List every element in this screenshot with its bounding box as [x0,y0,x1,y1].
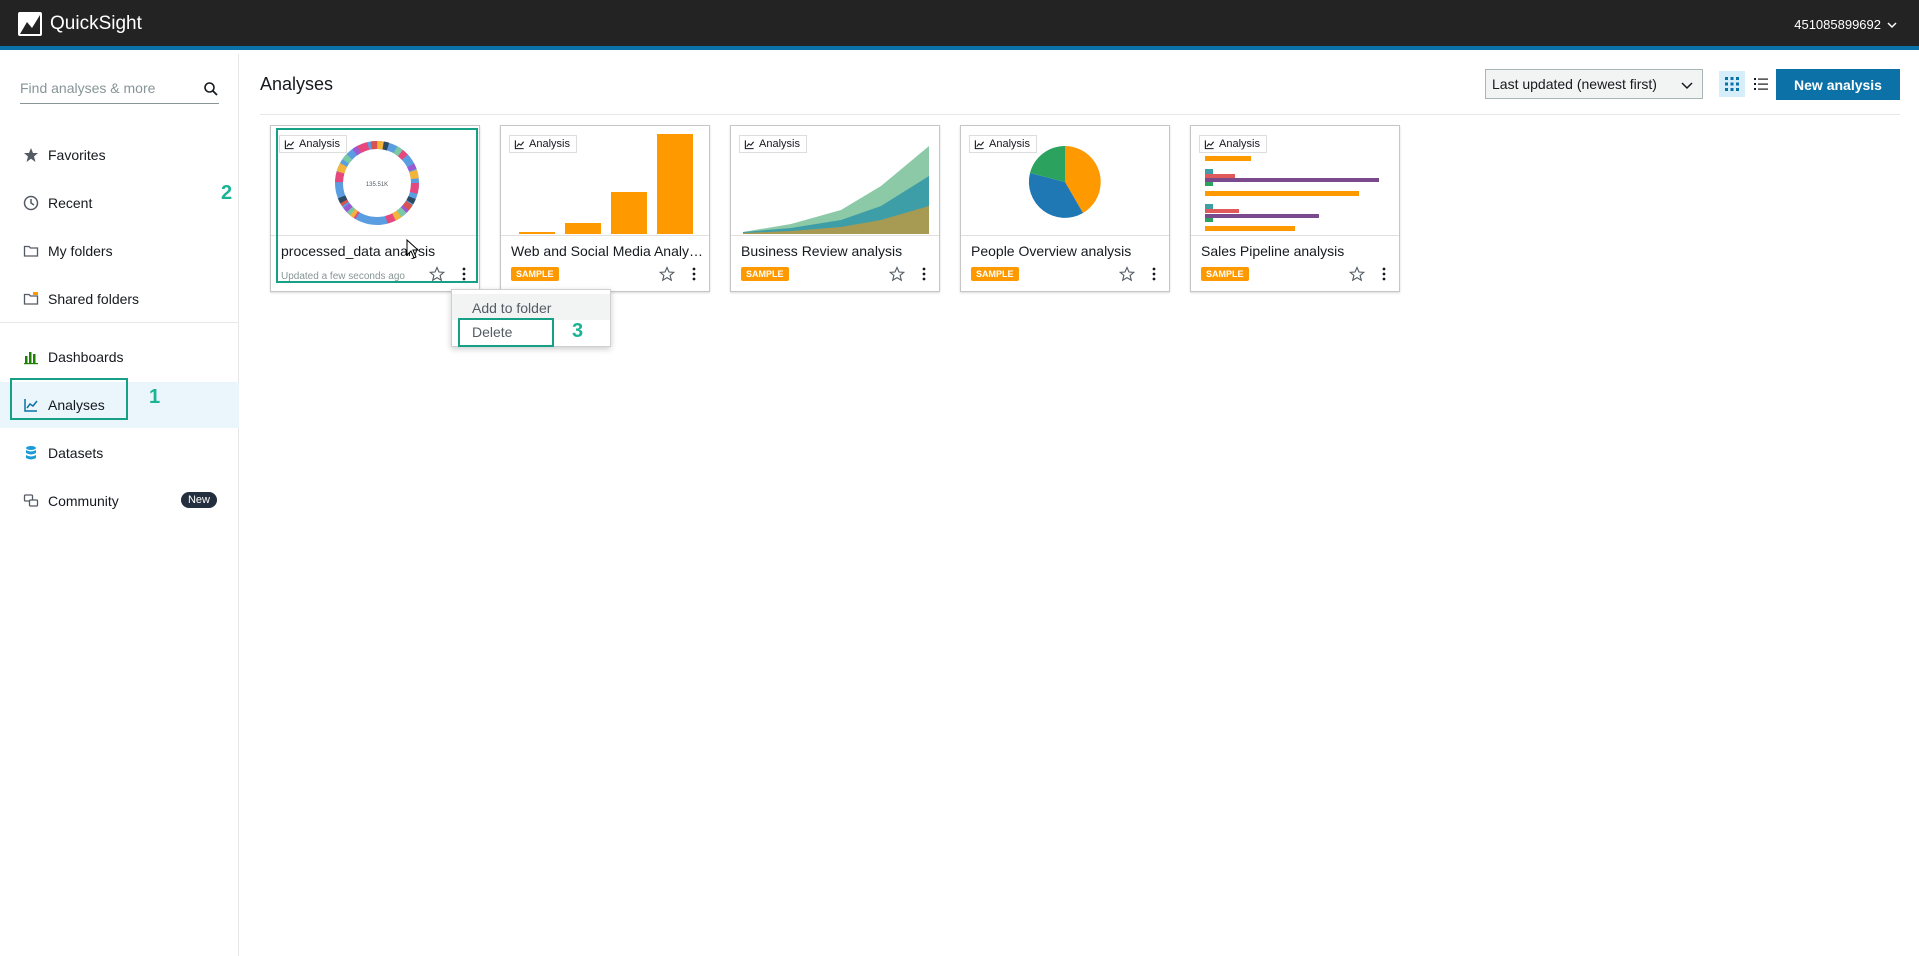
more-options-icon[interactable] [1381,266,1387,282]
list-view-button[interactable] [1748,71,1774,97]
card-type-tag: Analysis [509,135,577,153]
analysis-card-web-social[interactable]: Analysis Web and Social Media Analytic s … [500,125,710,292]
more-options-icon[interactable] [691,266,697,282]
clock-icon [22,194,40,212]
analysis-icon [974,139,985,149]
mouse-cursor-icon [406,239,420,259]
sort-select[interactable]: Last updated (newest first) [1485,69,1703,99]
analysis-card-people-overview[interactable]: Analysis People Overview analysis SAMPLE [960,125,1170,292]
more-options-icon[interactable] [1151,266,1157,282]
sidebar-item-label: Recent [48,195,93,211]
search-icon[interactable] [203,81,219,97]
annotation-number-2: 2 [221,182,233,204]
card-type-tag: Analysis [739,135,807,153]
sidebar-item-community[interactable]: Community New [0,478,239,524]
community-icon [22,492,40,510]
card-type-tag: Analysis [1199,135,1267,153]
page-title: Analyses [260,74,334,94]
search-box [20,74,219,104]
new-badge: New [180,492,217,508]
annotation-box-3 [458,318,554,347]
favorite-star-icon[interactable] [1349,266,1365,282]
sidebar-item-datasets[interactable]: Datasets [0,430,239,476]
annotation-number-3: 3 [572,320,584,342]
sidebar-divider [0,322,239,323]
sidebar-item-dashboards[interactable]: Dashboards [0,334,239,380]
sidebar-item-label: Shared folders [48,291,140,307]
sidebar-item-my-folders[interactable]: My folders [0,228,239,274]
sidebar-item-label: Community [48,493,119,509]
card-title[interactable]: Business Review analysis [741,243,933,259]
dataset-icon [22,444,40,462]
account-menu[interactable]: 451085899692 [1794,17,1897,32]
card-type-label: Analysis [529,138,570,150]
favorite-star-icon[interactable] [889,266,905,282]
chevron-down-icon [1681,82,1693,90]
chevron-down-icon [1887,21,1897,28]
sidebar-item-favorites[interactable]: Favorites [0,132,239,178]
sample-badge: SAMPLE [511,267,559,281]
sidebar: Favorites Recent My folders Shared folde… [0,54,239,956]
sample-badge: SAMPLE [1201,267,1249,281]
star-icon [22,146,40,164]
menu-item-add-to-folder[interactable]: Add to folder [452,294,610,320]
annotation-number-1: 1 [149,386,161,408]
analysis-card-business-review[interactable]: Analysis Business Review analysis SAMPLE [730,125,940,292]
header-divider [260,114,1900,115]
card-title[interactable]: Web and Social Media Analytics analysis [511,243,703,259]
card-title[interactable]: Sales Pipeline analysis [1201,243,1393,259]
dashboard-icon [22,348,40,366]
new-analysis-button[interactable]: New analysis [1776,69,1900,100]
annotation-box-1 [10,378,128,420]
card-type-tag: Analysis [969,135,1037,153]
annotation-box-2 [276,128,478,283]
sidebar-item-recent[interactable]: Recent [0,180,239,226]
sort-select-value: Last updated (newest first) [1492,76,1657,92]
analysis-card-sales-pipeline[interactable]: Analysis Sales Pipeline analysis SAMPLE [1190,125,1400,292]
card-title[interactable]: People Overview analysis [971,243,1163,259]
analysis-icon [514,139,525,149]
favorite-star-icon[interactable] [1119,266,1135,282]
sample-badge: SAMPLE [741,267,789,281]
top-bar: QuickSight 451085899692 [0,0,1919,50]
card-type-label: Analysis [1219,138,1260,150]
sidebar-item-label: Favorites [48,147,106,163]
sidebar-item-label: My folders [48,243,113,259]
sidebar-item-shared-folders[interactable]: Shared folders [0,276,239,322]
shared-folder-icon [22,290,40,308]
more-options-icon[interactable] [921,266,927,282]
app-name: QuickSight [50,13,142,34]
grid-icon [1725,77,1739,91]
card-type-label: Analysis [989,138,1030,150]
list-icon [1754,78,1768,90]
folder-icon [22,242,40,260]
quicksight-logo-icon [18,12,42,36]
app-logo[interactable]: QuickSight [18,12,142,36]
card-type-label: Analysis [759,138,800,150]
sidebar-item-label: Datasets [48,445,104,461]
favorite-star-icon[interactable] [659,266,675,282]
grid-view-button[interactable] [1719,71,1745,97]
sidebar-item-label: Dashboards [48,349,124,365]
sample-badge: SAMPLE [971,267,1019,281]
analysis-icon [744,139,755,149]
account-id: 451085899692 [1794,17,1881,32]
search-input[interactable] [20,74,195,102]
analysis-icon [1204,139,1215,149]
